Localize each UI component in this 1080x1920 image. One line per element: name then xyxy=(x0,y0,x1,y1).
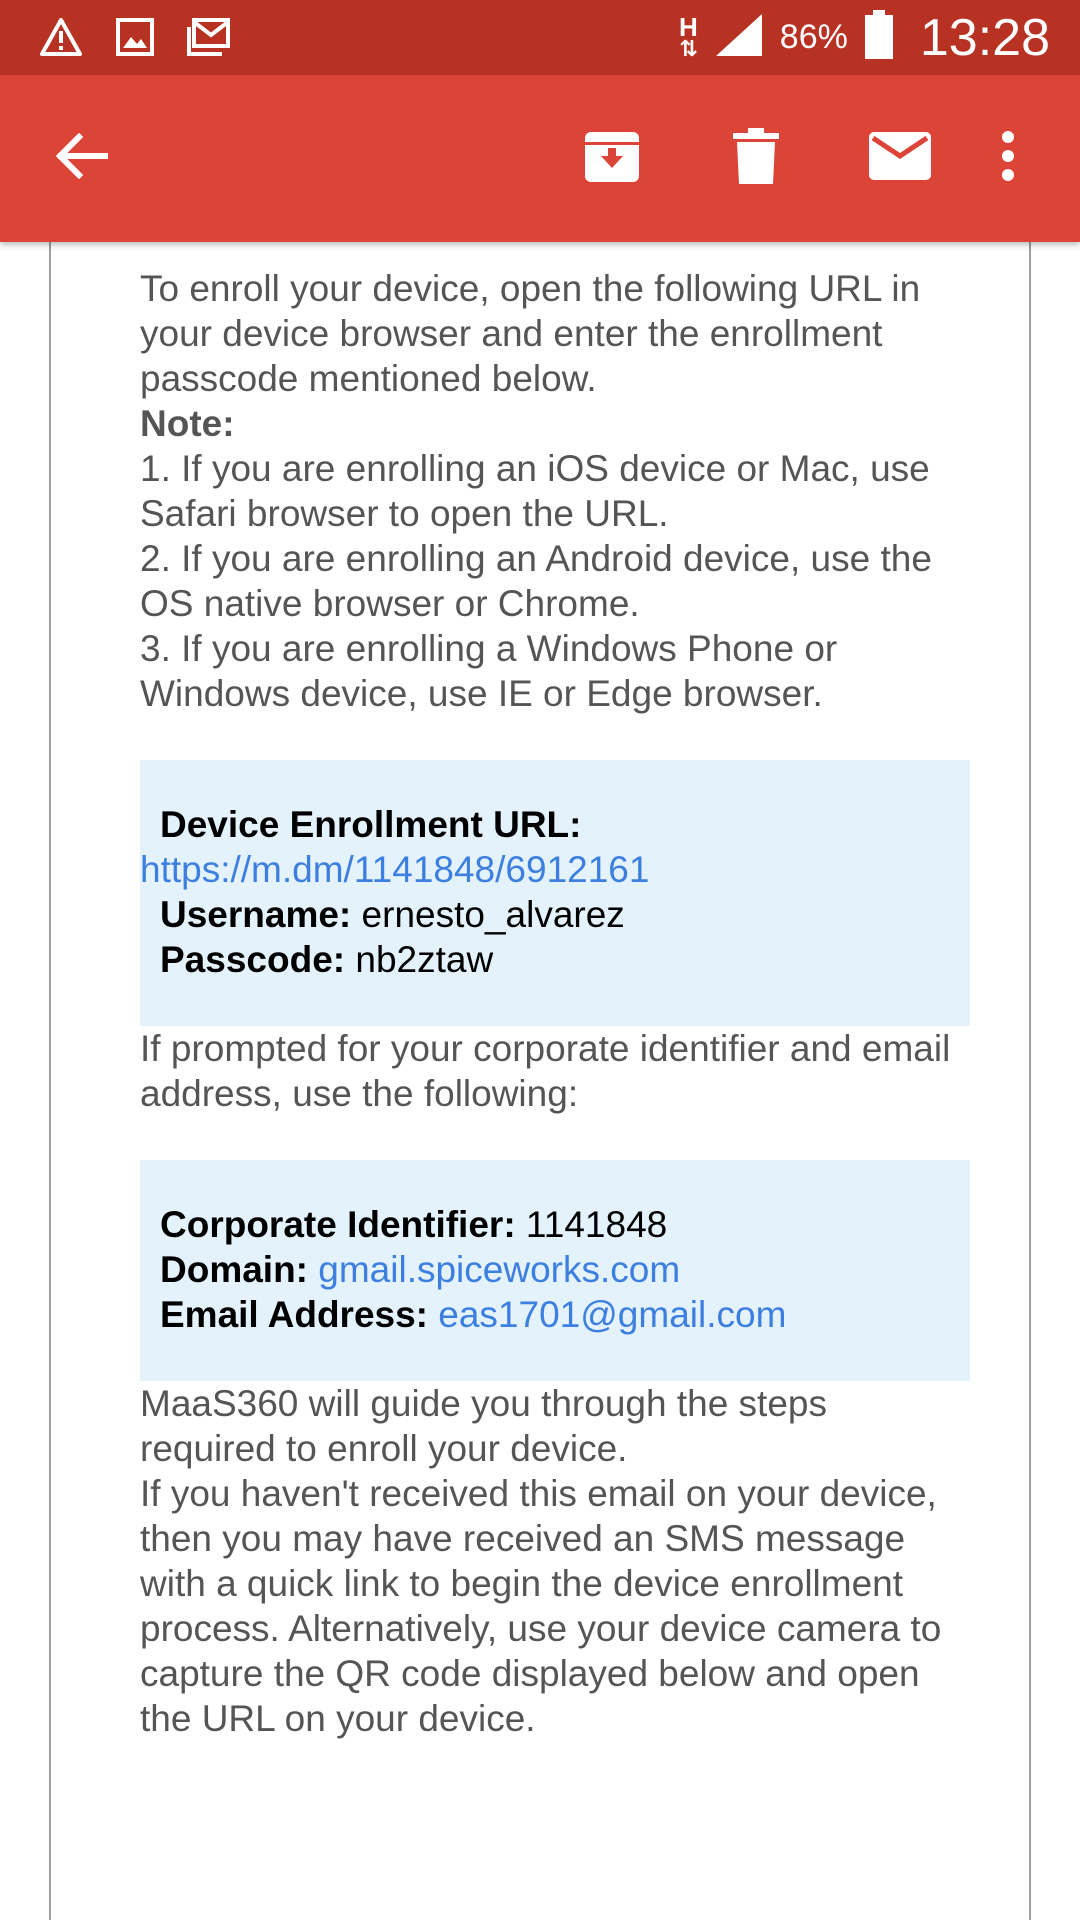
mark-unread-icon xyxy=(869,132,931,185)
back-button[interactable] xyxy=(40,75,124,242)
more-vert-icon xyxy=(1001,131,1015,186)
username-value: ernesto_alvarez xyxy=(361,894,625,935)
corporate-identifier-value: 1141848 xyxy=(525,1204,668,1245)
passcode-value: nb2ztaw xyxy=(355,939,494,980)
email-body: To enroll your device, open the followin… xyxy=(140,266,970,1741)
warning-icon xyxy=(38,14,84,60)
archive-button[interactable] xyxy=(570,75,654,242)
image-icon xyxy=(112,14,158,60)
passcode-label: Passcode: xyxy=(160,939,346,980)
network-type-icon: H ⇅ xyxy=(679,11,698,61)
note-item: 2. If you are enrolling an Android devic… xyxy=(140,538,932,624)
more-options-button[interactable] xyxy=(978,75,1038,242)
status-bar: H ⇅ 86% 13:28 xyxy=(0,0,1080,75)
guide-text: MaaS360 will guide you through the steps… xyxy=(140,1383,827,1469)
mark-unread-button[interactable] xyxy=(858,75,942,242)
username-label: Username: xyxy=(160,894,352,935)
domain-link[interactable]: gmail.spiceworks.com xyxy=(318,1249,680,1290)
clock: 13:28 xyxy=(919,8,1050,67)
email-address-label: Email Address: xyxy=(160,1294,428,1335)
signal-icon xyxy=(714,12,764,63)
domain-label: Domain: xyxy=(160,1249,308,1290)
network-type: H xyxy=(679,11,698,42)
app-bar xyxy=(0,75,1080,242)
note-item: 1. If you are enrolling an iOS device or… xyxy=(140,448,930,534)
intro-text: To enroll your device, open the followin… xyxy=(140,268,921,399)
delete-button[interactable] xyxy=(714,75,798,242)
delete-icon xyxy=(733,128,779,189)
corporate-box: Corporate Identifier: 1141848 Domain: gm… xyxy=(140,1160,970,1381)
sms-text: If you haven't received this email on yo… xyxy=(140,1473,942,1739)
corporate-identifier-label: Corporate Identifier: xyxy=(160,1204,516,1245)
gmail-icon xyxy=(186,14,232,60)
corporate-prompt-text: If prompted for your corporate identifie… xyxy=(140,1028,951,1114)
note-item: 3. If you are enrolling a Windows Phone … xyxy=(140,628,838,714)
enrollment-url-label: Device Enrollment URL: xyxy=(160,804,582,845)
enrollment-url-link[interactable]: https://m.dm/1141848/6912161 xyxy=(140,849,649,890)
enrollment-box: Device Enrollment URL: https://m.dm/1141… xyxy=(140,760,970,1026)
back-arrow-icon xyxy=(55,132,109,184)
email-address-link[interactable]: eas1701@gmail.com xyxy=(438,1294,786,1335)
archive-icon xyxy=(583,128,641,189)
battery-percent: 86% xyxy=(779,18,848,56)
battery-icon xyxy=(864,10,894,65)
note-label: Note: xyxy=(140,403,235,444)
